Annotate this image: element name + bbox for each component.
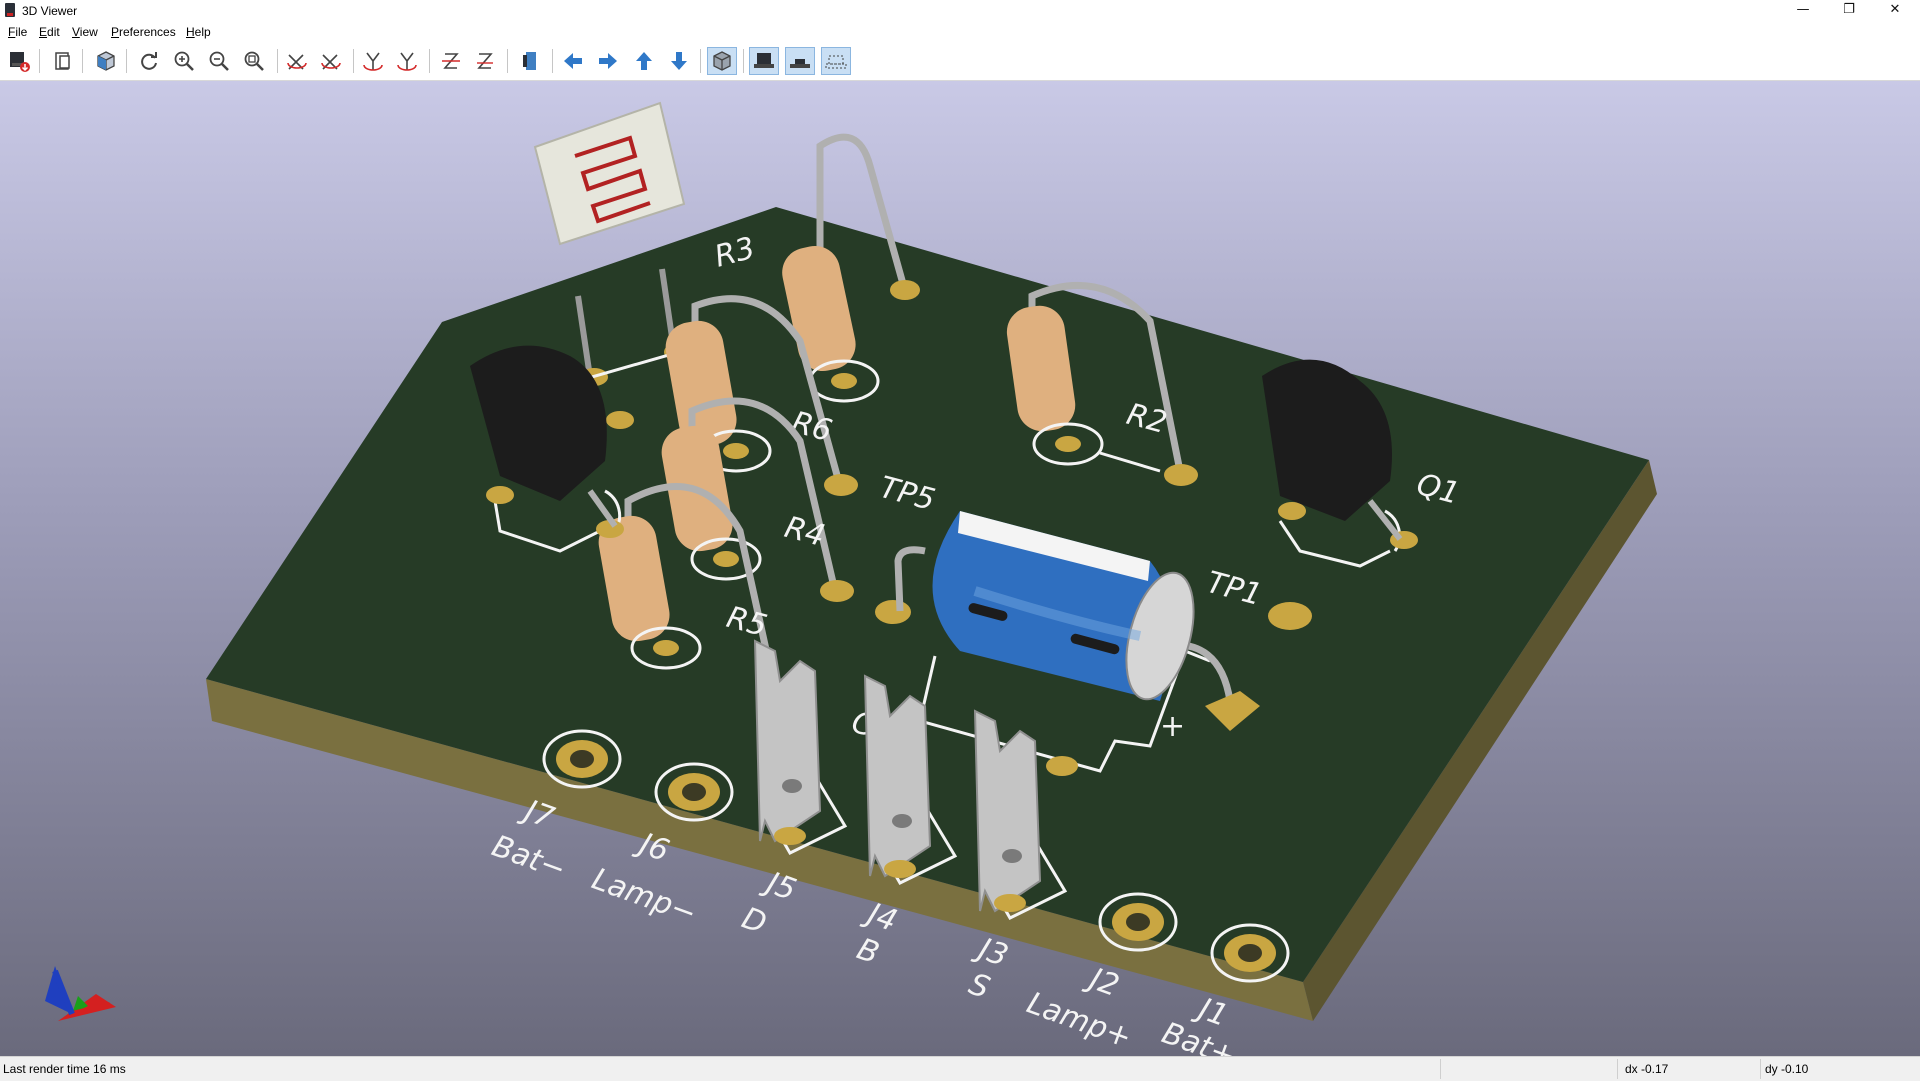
rotate-y-icon (397, 52, 417, 71)
axis-indicator (45, 966, 116, 1021)
smd-icon (790, 59, 810, 68)
tp1-pad (1268, 602, 1312, 630)
menu-view[interactable]: View (72, 25, 98, 39)
rotate-y-cw-button[interactable] (358, 47, 388, 75)
virtual-icon (825, 55, 847, 69)
pan-right-button[interactable] (593, 47, 623, 75)
zoom-out-button[interactable] (204, 47, 234, 75)
menu-view-mnemonic: V (72, 25, 80, 39)
reload-button[interactable] (134, 47, 164, 75)
status-bar: Last render time 16 ms dx -0.17 dy -0.10 (0, 1056, 1920, 1081)
label-b: B (852, 932, 883, 972)
tht-icon (754, 53, 774, 68)
show-smd-models-button[interactable] (785, 47, 815, 75)
arrow-left-icon (564, 53, 582, 69)
dy-readout: dy -0.10 (1765, 1062, 1809, 1076)
window-title: 3D Viewer (22, 4, 78, 18)
render-icon (97, 51, 115, 71)
minimize-button[interactable]: — (1780, 0, 1826, 22)
arrow-down-icon (671, 52, 687, 70)
menu-file[interactable]: File (8, 25, 27, 39)
show-tht-models-button[interactable] (749, 47, 779, 75)
rotate-x-cw-button[interactable] (282, 47, 312, 75)
arrow-right-icon (599, 53, 617, 69)
maximize-button[interactable]: ❐ (1826, 0, 1872, 22)
orthographic-button[interactable] (707, 47, 737, 75)
rotate-y-ccw-button[interactable] (392, 47, 422, 75)
dx-readout: dx -0.17 (1625, 1062, 1669, 1076)
menu-preferences-mnemonic: P (111, 25, 120, 39)
menu-help[interactable]: Help (186, 25, 211, 39)
rotate-z-icon (477, 53, 493, 69)
render-time-text: Last render time 16 ms (3, 1062, 126, 1076)
label-plus: + (1160, 709, 1185, 744)
rotate-x-icon (287, 54, 307, 70)
app-icon (5, 3, 15, 17)
flip-board-icon (523, 52, 536, 70)
menu-view-label: iew (79, 25, 98, 39)
zoom-fit-icon (244, 51, 264, 71)
label-lamp-minus: Lamp− (587, 862, 701, 932)
menu-edit-mnemonic: E (39, 25, 48, 39)
ortho-icon (713, 51, 731, 71)
label-d: D (737, 901, 771, 942)
label-lamp-plus: Lamp+ (1022, 986, 1136, 1056)
clipboard-icon (55, 52, 70, 70)
tp5-pad (875, 600, 911, 624)
zoom-out-icon (209, 51, 229, 71)
menu-preferences-label: references (119, 25, 176, 39)
menu-edit-label: dit (47, 25, 60, 39)
close-button[interactable]: ✕ (1872, 0, 1918, 22)
menu-bar: File Edit View Preferences Help (0, 22, 1920, 42)
pan-down-button[interactable] (664, 47, 694, 75)
show-virtual-models-button[interactable] (821, 47, 851, 75)
menu-help-mnemonic: H (186, 25, 195, 39)
label-bat-minus: Bat− (487, 829, 570, 888)
rotate-z-cw-button[interactable] (436, 47, 466, 75)
refresh-icon (141, 52, 157, 70)
pcb-render[interactable]: R3 R2 R6 R4 R5 Q1 TP5 TP1 + J7 Bat− J6 L… (0, 81, 1920, 1056)
export-image-button[interactable] (4, 47, 34, 75)
3d-viewport[interactable]: R3 R2 R6 R4 R5 Q1 TP5 TP1 + J7 Bat− J6 L… (0, 81, 1920, 1056)
label-s: S (964, 967, 994, 1006)
menu-help-label: elp (194, 25, 211, 39)
arrow-up-icon (636, 52, 652, 70)
zoom-in-button[interactable] (169, 47, 199, 75)
zoom-fit-button[interactable] (239, 47, 269, 75)
title-bar: 3D Viewer — ❐ ✕ (0, 0, 1920, 22)
pan-up-button[interactable] (629, 47, 659, 75)
raytracing-button[interactable] (91, 47, 121, 75)
pan-left-button[interactable] (558, 47, 588, 75)
zoom-in-icon (174, 51, 194, 71)
rotate-z-ccw-button[interactable] (470, 47, 500, 75)
rotate-x-icon (321, 54, 341, 70)
menu-file-label: ile (15, 25, 28, 39)
copy-to-clipboard-button[interactable] (48, 47, 78, 75)
menu-preferences[interactable]: Preferences (111, 25, 176, 39)
board-top (206, 207, 1649, 982)
rotate-y-icon (363, 52, 383, 71)
menu-edit[interactable]: Edit (39, 25, 60, 39)
rotate-z-icon (442, 53, 460, 69)
rotate-x-ccw-button[interactable] (316, 47, 346, 75)
flip-board-button[interactable] (516, 47, 546, 75)
export-icon (10, 52, 30, 72)
toolbar (0, 42, 1920, 81)
